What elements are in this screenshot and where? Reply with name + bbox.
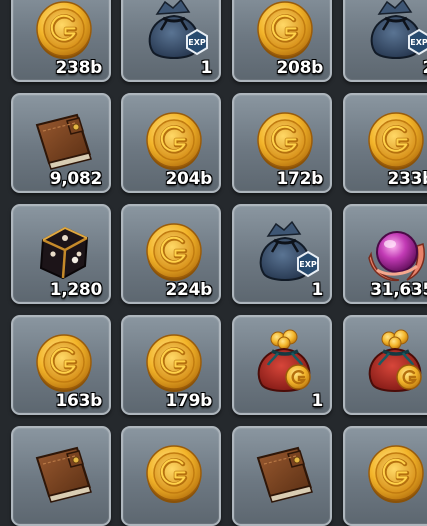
inventory-slot[interactable]: 204b <box>121 93 221 193</box>
gold-coin-icon <box>137 103 211 177</box>
item-quantity: 238b <box>55 58 103 78</box>
inventory-slot[interactable]: 2 <box>343 0 427 82</box>
gold-coin-icon <box>248 103 322 177</box>
inventory-slot[interactable]: 1 <box>232 204 332 304</box>
gold-coin-icon <box>248 0 322 66</box>
item-quantity: 31,635 <box>370 280 427 300</box>
item-quantity: 163b <box>55 391 103 411</box>
inventory-slot[interactable]: 1,280 <box>11 204 111 304</box>
gold-coin-icon <box>137 214 211 288</box>
item-quantity: 179b <box>165 391 213 411</box>
item-quantity: 172b <box>276 169 324 189</box>
magic-orb-icon <box>359 214 427 288</box>
inventory-slot[interactable]: 179b <box>121 315 221 415</box>
inventory-slot[interactable] <box>11 426 111 526</box>
inventory-slot[interactable]: 31,635 <box>343 204 427 304</box>
inventory-slot[interactable]: 1 <box>121 0 221 82</box>
item-quantity: 204b <box>165 169 213 189</box>
red-coin-pouch-icon <box>248 325 322 399</box>
gold-coin-icon <box>27 0 101 66</box>
inventory-slot[interactable]: 233b <box>343 93 427 193</box>
item-quantity: 224b <box>165 280 213 300</box>
exp-bag-icon <box>359 0 427 66</box>
inventory-slot[interactable] <box>343 426 427 526</box>
item-quantity: 9,082 <box>49 169 103 189</box>
inventory-slot[interactable]: 224b <box>121 204 221 304</box>
inventory-slot[interactable]: 163b <box>11 315 111 415</box>
gold-coin-icon <box>137 325 211 399</box>
item-quantity: 233b <box>387 169 427 189</box>
gold-coin-icon <box>359 103 427 177</box>
inventory-grid: 238b 1 208b 2 9,082 204b 172b 233b 1,280… <box>0 0 427 526</box>
item-quantity: 1 <box>311 280 323 300</box>
leather-wallet-icon <box>248 436 322 510</box>
red-coin-pouch-icon <box>359 325 427 399</box>
inventory-slot[interactable]: 208b <box>232 0 332 82</box>
gold-coin-icon <box>137 436 211 510</box>
inventory-slot[interactable]: 238b <box>11 0 111 82</box>
item-quantity: 1 <box>311 391 323 411</box>
inventory-slot[interactable]: 172b <box>232 93 332 193</box>
item-quantity: 1 <box>200 58 212 78</box>
exp-bag-icon <box>137 0 211 66</box>
inventory-slot[interactable]: 9,082 <box>11 93 111 193</box>
inventory-slot[interactable]: 1 <box>232 315 332 415</box>
gold-coin-icon <box>359 436 427 510</box>
leather-wallet-icon <box>27 103 101 177</box>
gold-coin-icon <box>27 325 101 399</box>
inventory-slot[interactable] <box>343 315 427 415</box>
exp-bag-icon <box>248 214 322 288</box>
inventory-slot[interactable] <box>121 426 221 526</box>
item-quantity: 1,280 <box>49 280 103 300</box>
item-quantity: 2 <box>422 58 427 78</box>
dark-dice-icon <box>27 214 101 288</box>
item-quantity: 208b <box>276 58 324 78</box>
inventory-slot[interactable] <box>232 426 332 526</box>
leather-wallet-icon <box>27 436 101 510</box>
